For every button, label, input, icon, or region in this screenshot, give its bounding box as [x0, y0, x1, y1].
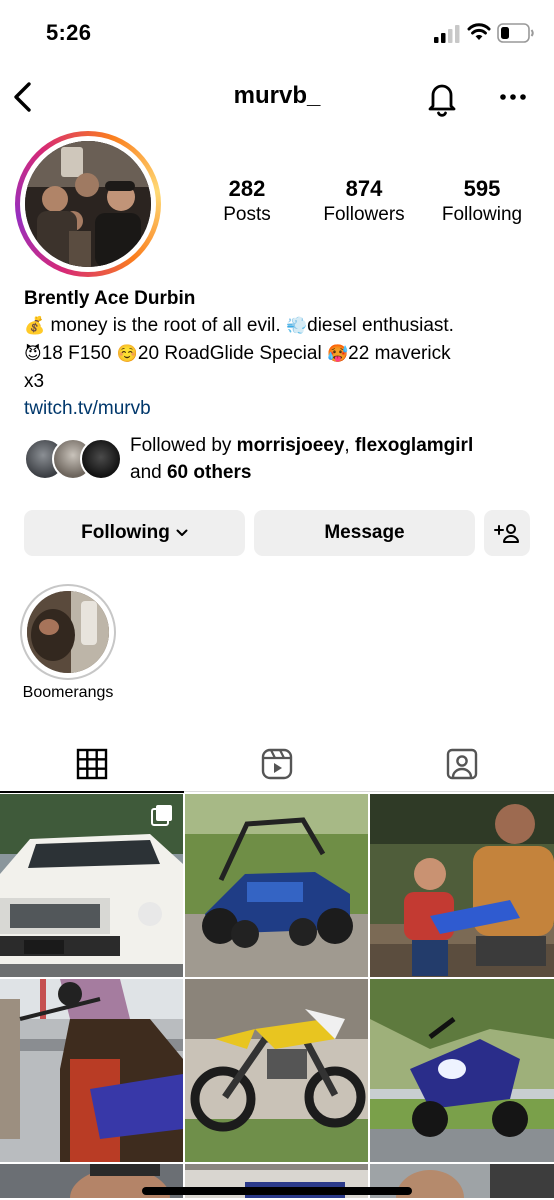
bio-text: 20 RoadGlide Special	[137, 343, 327, 364]
posts-grid	[0, 794, 554, 1198]
message-button[interactable]: Message	[254, 510, 475, 556]
bio-text: money is the root of all evil.	[45, 315, 286, 336]
bio-text: 22 maverick	[348, 343, 451, 364]
bio-text: 18 F150	[41, 343, 117, 364]
followed-by-and: and	[130, 462, 167, 483]
bio-line-3: x3	[24, 371, 45, 392]
smiling-face-icon: ☺️	[116, 344, 138, 364]
post-thumbnail[interactable]	[185, 979, 368, 1162]
bio-text: diesel enthusiast.	[307, 315, 454, 336]
cellular-signal-icon	[434, 25, 460, 43]
battery-icon	[497, 23, 534, 43]
profile-display-name: Brently Ace Durbin	[24, 288, 196, 309]
posts-count: 282	[228, 176, 266, 201]
highlight-label: Boomerangs	[22, 684, 114, 701]
notification-bell-icon[interactable]	[424, 78, 460, 118]
active-tab-indicator	[0, 791, 184, 793]
status-bar: 5:26	[0, 0, 554, 66]
grid-icon	[76, 748, 108, 780]
tagged-icon	[446, 748, 478, 780]
chevron-down-icon	[176, 529, 188, 536]
following-stat[interactable]: 595 Following	[424, 176, 540, 228]
bio-line-2: 😈18 F150 ☺️20 RoadGlide Special 🥵22 mave…	[24, 340, 544, 368]
post-thumbnail[interactable]	[370, 794, 554, 977]
others-count[interactable]: 60 others	[167, 462, 251, 483]
post-image	[370, 794, 554, 977]
following-button[interactable]: Following	[24, 510, 245, 556]
post-image	[370, 979, 554, 1162]
profile-avatar[interactable]	[15, 131, 161, 277]
hot-face-icon: 🥵	[326, 344, 349, 364]
following-button-label: Following	[81, 522, 170, 543]
story-highlight-boomerangs[interactable]	[20, 584, 116, 680]
dash-icon: 💨	[285, 316, 308, 336]
profile-bio: Brently Ace Durbin 💰 money is the root o…	[24, 286, 544, 422]
post-image	[0, 979, 183, 1162]
wifi-icon	[467, 23, 491, 40]
status-time: 5:26	[46, 20, 92, 45]
profile-tabs	[0, 736, 554, 793]
mutual-avatar	[80, 438, 122, 480]
reels-icon	[261, 748, 293, 780]
bio-line-1: 💰 money is the root of all evil. 💨diesel…	[24, 312, 544, 340]
more-options-icon[interactable]	[495, 84, 531, 110]
bio-link[interactable]: twitch.tv/murvb	[24, 395, 544, 422]
followed-by[interactable]: Followed by morrisjoeey, flexoglamgirl a…	[24, 432, 544, 488]
followed-by-text: Followed by morrisjoeey, flexoglamgirl a…	[130, 432, 473, 486]
post-image	[185, 794, 368, 977]
posts-label: Posts	[223, 204, 271, 225]
smiling-devil-icon: 😈	[24, 344, 42, 364]
following-count: 595	[463, 176, 501, 201]
tab-tagged[interactable]	[370, 736, 554, 792]
tab-posts[interactable]	[0, 736, 184, 793]
post-thumbnail[interactable]	[185, 794, 368, 977]
multiple-photos-icon	[151, 805, 172, 826]
tab-reels[interactable]	[185, 736, 369, 792]
money-bag-icon: 💰	[24, 316, 46, 336]
post-thumbnail[interactable]	[0, 794, 183, 977]
mutual-username[interactable]: flexoglamgirl	[355, 435, 473, 456]
post-image	[185, 979, 368, 1162]
followed-by-prefix: Followed by	[130, 435, 237, 456]
post-thumbnail[interactable]	[0, 979, 183, 1162]
post-thumbnail[interactable]	[370, 979, 554, 1162]
add-user-icon	[494, 524, 519, 543]
mutual-username[interactable]: morrisjoeey	[237, 435, 345, 456]
followers-stat[interactable]: 874 Followers	[304, 176, 424, 228]
separator: ,	[344, 435, 355, 456]
profile-nav-bar: murvb_	[0, 72, 554, 124]
followers-count: 874	[345, 176, 383, 201]
following-label: Following	[441, 204, 523, 225]
add-user-button[interactable]	[484, 510, 530, 556]
profile-stats: 282 Posts 874 Followers 595 Following	[190, 176, 550, 228]
profile-username: murvb_	[233, 82, 321, 109]
message-button-label: Message	[324, 522, 405, 543]
profile-photo	[25, 141, 151, 267]
followers-label: Followers	[323, 204, 405, 225]
posts-stat[interactable]: 282 Posts	[190, 176, 304, 228]
highlight-cover	[27, 591, 109, 673]
home-indicator[interactable]	[142, 1187, 412, 1195]
